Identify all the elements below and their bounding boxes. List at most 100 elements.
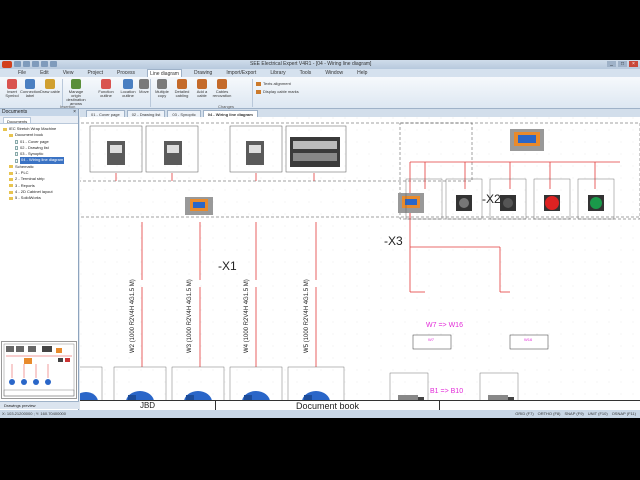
ribbon-tab-library[interactable]: Library [268, 69, 287, 77]
contactor-icon[interactable] [107, 141, 125, 165]
tab-documents[interactable]: Documents [3, 117, 32, 124]
ribbon-tab-tools[interactable]: Tools [298, 69, 314, 77]
cursor-coordinates: X: 103.21200000 ; Y: 160.70400000 [2, 411, 66, 416]
ribbon-button-label: Function outline [98, 89, 114, 98]
status-mode-toggle[interactable]: OSNAP (F11) [612, 410, 636, 418]
ribbon-separator [150, 79, 151, 107]
texts-alignment-icon [256, 81, 261, 86]
drawing-canvas[interactable]: -X1 -X3 -X2 W7 => W16 B1 => B10 W7 W16 W… [80, 117, 640, 400]
add-cable-button[interactable]: Add a cable [192, 79, 212, 98]
texts-alignment-label: Texts alignment [263, 81, 291, 86]
maximize-button[interactable]: □ [618, 61, 627, 67]
move-button[interactable]: Move [134, 79, 154, 94]
document-tab[interactable]: 03 - Synoptic [167, 110, 201, 117]
folder-icon [9, 196, 13, 200]
texts-alignment-option[interactable]: Texts alignment [256, 81, 291, 86]
window-controls: _ □ × [607, 61, 638, 67]
document-tab[interactable]: 04 - Wiring line diagram [202, 110, 258, 117]
close-panel-icon[interactable]: × [73, 109, 76, 116]
folder-icon [9, 133, 13, 137]
contactor-icon[interactable] [164, 141, 182, 165]
ribbon-tab-file[interactable]: File [16, 69, 28, 77]
ribbon-tab-process[interactable]: Process [115, 69, 137, 77]
terminal-x2-icon[interactable] [510, 129, 544, 151]
folder-icon [9, 171, 13, 175]
close-button[interactable]: × [629, 61, 638, 67]
cable-label-w4: W4 (1000 R2V4H 4G1.5 M) [244, 279, 250, 353]
cable-tag-w16-label: W16 [524, 337, 533, 342]
ribbon-tab-line-diagram[interactable]: Line diagram [147, 69, 182, 77]
arrows-icon [71, 79, 81, 89]
ribbon-tab-drawing[interactable]: Drawing [192, 69, 214, 77]
function-button[interactable]: Function outline [96, 79, 116, 98]
emergency-stop-icon[interactable] [544, 195, 560, 211]
drawing-preview-thumbnail [3, 343, 75, 397]
pilot-light-green-icon[interactable] [588, 195, 604, 211]
status-mode-toggle[interactable]: ORTHO (F8) [538, 410, 561, 418]
pushbutton-black-icon[interactable] [500, 195, 516, 211]
save-icon[interactable] [32, 61, 39, 67]
drawings-preview-tab[interactable]: Drawings preview [0, 401, 79, 409]
location-icon [123, 79, 133, 89]
ribbon-tab-help[interactable]: Help [355, 69, 369, 77]
arrows-button[interactable]: Manage origin destination arrows [66, 79, 86, 106]
folder-icon [9, 178, 13, 182]
ribbon-tab-edit[interactable]: Edit [38, 69, 51, 77]
cable-icon [45, 79, 55, 89]
display-cable-marks-option[interactable]: Display cable marks [256, 89, 299, 94]
display-cable-marks-icon [256, 89, 261, 94]
document-tab[interactable]: 02 - Drawing list [126, 110, 166, 117]
ribbon-tab-project[interactable]: Project [85, 69, 105, 77]
ribbon-tab-window[interactable]: Window [323, 69, 345, 77]
folder-icon [9, 184, 13, 188]
ribbon-tab-import-export[interactable]: Import/Export [224, 69, 258, 77]
title-block: JBD Document book [80, 400, 640, 411]
display-cable-marks-label: Display cable marks [263, 89, 299, 94]
ribbon-button-label: Add a cable [196, 89, 208, 98]
page-icon [15, 152, 18, 157]
copy-button[interactable]: Multiple copy [152, 79, 172, 98]
label-x1: -X1 [218, 259, 237, 273]
window-title: SEE Electrical Expert V4R1 - [04 - Wirin… [250, 61, 372, 67]
status-mode-toggle[interactable]: UNIT (F10) [588, 410, 608, 418]
cable-label-w5: W5 (1000 R2V4H 4G1.5 M) [304, 279, 310, 353]
tree-item[interactable]: 5 - SolidWorks [1, 195, 77, 201]
new-icon[interactable] [14, 61, 21, 67]
ribbon-button-label: Cables renovation [212, 89, 232, 98]
cable-label-w3: W3 (1000 R2V4H 4G1.5 M) [187, 279, 193, 353]
contactor-icon[interactable] [246, 141, 264, 165]
app-logo-icon[interactable] [2, 61, 12, 68]
label-b1-b10: B1 => B10 [430, 388, 464, 395]
plc-module-icon[interactable] [290, 137, 340, 167]
ribbon-button-label: Multiple copy [155, 89, 169, 98]
page-icon [15, 158, 18, 163]
status-mode-toggle[interactable]: GRID (F7) [515, 410, 533, 418]
terminal-x3-icon[interactable] [398, 193, 424, 213]
symbol-button[interactable]: Insert Symbol [2, 79, 22, 98]
page-icon [15, 146, 18, 151]
status-modes: GRID (F7) ORTHO (F8) SNAP (F9) UNIT (F10) OS… [515, 410, 636, 418]
function-icon [101, 79, 111, 89]
document-tab[interactable]: 01 - Cover page [86, 110, 125, 117]
connection-button[interactable]: Connection label [20, 79, 40, 98]
ribbon-button-label: Move [139, 89, 149, 94]
connection-icon [25, 79, 35, 89]
terminal-x1-icon[interactable] [185, 197, 213, 215]
renovation-button[interactable]: Cables renovation [212, 79, 232, 98]
application-window: SEE Electrical Expert V4R1 - [04 - Wirin… [0, 60, 640, 418]
ribbon-button-label: Draw cable [40, 89, 61, 94]
detailed-cabling-button[interactable]: Detailed cabling [172, 79, 192, 98]
ribbon-separator [62, 79, 63, 107]
ribbon-separator [252, 79, 253, 107]
ribbon-tab-view[interactable]: View [61, 69, 76, 77]
selector-switch-icon[interactable] [456, 195, 472, 211]
ribbon-button-label: Detailed cabling [174, 89, 190, 98]
panel-title: Documents [2, 109, 28, 115]
cable-button[interactable]: Draw cable [40, 79, 60, 94]
renovation-icon [217, 79, 227, 89]
status-mode-toggle[interactable]: SNAP (F9) [564, 410, 583, 418]
open-icon[interactable] [23, 61, 30, 67]
minimize-button[interactable]: _ [607, 61, 616, 67]
redo-icon[interactable] [50, 61, 57, 67]
undo-icon[interactable] [41, 61, 48, 67]
